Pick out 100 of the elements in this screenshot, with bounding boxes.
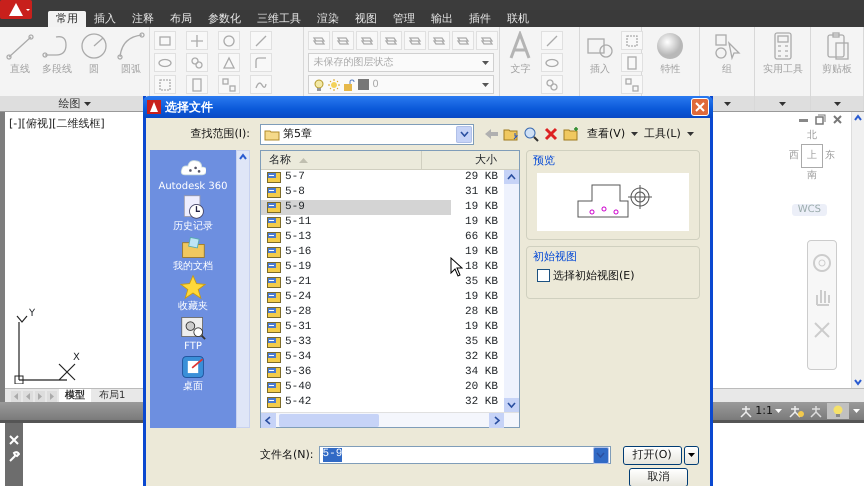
annotation-visibility-icon[interactable]: [789, 404, 805, 418]
tool-button[interactable]: [186, 53, 208, 72]
ribbon-tab[interactable]: 三维工具: [249, 11, 309, 27]
tool-button[interactable]: [308, 31, 330, 50]
viewport-controls-label[interactable]: [-][俯视][二维线框]: [9, 117, 105, 130]
tool-button[interactable]: [620, 53, 643, 72]
layout-tab[interactable]: 布局1: [93, 389, 132, 402]
file-name[interactable]: 5-34: [261, 350, 331, 365]
row-background[interactable]: 5-16: [261, 245, 451, 260]
ribbon-tab[interactable]: 渲染: [309, 11, 347, 27]
tool-button[interactable]: [404, 31, 426, 50]
file-name[interactable]: 5-16: [261, 245, 331, 260]
tool-button[interactable]: [332, 31, 354, 50]
tool-button[interactable]: [250, 31, 272, 50]
close-icon[interactable]: [832, 114, 843, 125]
cancel-button[interactable]: 取消: [629, 468, 688, 486]
row-background[interactable]: 5-34: [261, 350, 451, 365]
look-in-dropdown[interactable]: 第5章: [260, 124, 474, 144]
column-header[interactable]: 大小: [421, 151, 505, 169]
restore-icon[interactable]: [815, 114, 826, 125]
row-background[interactable]: 5-11: [261, 215, 451, 230]
tab-navigation-icon[interactable]: [35, 391, 45, 402]
row-background[interactable]: 5-21: [261, 275, 451, 290]
file-name[interactable]: 5-36: [261, 365, 331, 380]
row-background[interactable]: 5-24: [261, 290, 451, 305]
steering-wheel-icon[interactable]: [812, 253, 832, 273]
ribbon-tab[interactable]: 注释: [124, 11, 162, 27]
file-name[interactable]: 5-7: [261, 170, 331, 185]
row-background[interactable]: 5-42: [261, 395, 451, 410]
file-name[interactable]: 5-19: [261, 260, 331, 275]
row-background[interactable]: 5-13: [261, 230, 451, 245]
file-name[interactable]: 5-42: [261, 395, 331, 410]
selected-row-highlight[interactable]: 5-9: [261, 200, 451, 215]
tools-menu[interactable]: 工具(L): [641, 127, 697, 141]
scroll-up-icon[interactable]: [504, 170, 519, 184]
row-background[interactable]: 5-40: [261, 380, 451, 395]
ribbon-tab[interactable]: 视图: [347, 11, 385, 27]
tool-button[interactable]: [154, 75, 176, 94]
lightbulb-icon[interactable]: [313, 78, 326, 90]
tool-button[interactable]: [620, 31, 643, 50]
close-button[interactable]: [691, 98, 709, 116]
ribbon-tab[interactable]: 管理: [385, 11, 423, 27]
tool-button[interactable]: [250, 53, 272, 72]
panel-title[interactable]: 绘图: [58, 97, 80, 110]
tool-button[interactable]: [186, 31, 208, 50]
tool-button[interactable]: [218, 75, 240, 94]
auto-scale-icon[interactable]: [809, 404, 823, 418]
row-background[interactable]: 5-19: [261, 260, 451, 275]
tool-button[interactable]: [541, 31, 564, 50]
layout-tab[interactable]: 模型: [59, 389, 91, 402]
column-header[interactable]: 名称: [261, 151, 421, 169]
tool-button[interactable]: [541, 75, 564, 94]
ribbon-tab[interactable]: 联机: [499, 11, 537, 27]
tool-button[interactable]: [250, 75, 272, 94]
ribbon-tab[interactable]: 插入: [86, 11, 124, 27]
tool-button[interactable]: [186, 75, 208, 94]
view-menu[interactable]: 查看(V): [584, 127, 642, 141]
file-name[interactable]: 5-8: [261, 185, 331, 200]
wrench-icon[interactable]: [8, 451, 20, 463]
tool-button[interactable]: [620, 75, 643, 94]
row-background[interactable]: 5-7: [261, 170, 451, 185]
chevron-down-icon[interactable]: [460, 131, 468, 137]
file-name[interactable]: 5-40: [261, 380, 331, 395]
tool-button[interactable]: [218, 53, 240, 72]
row-background[interactable]: 5-31: [261, 320, 451, 335]
sun-icon[interactable]: [328, 78, 340, 90]
lightbulb-icon[interactable]: [827, 403, 849, 419]
file-name[interactable]: 5-11: [261, 215, 331, 230]
file-name-field[interactable]: 5-9: [318, 446, 611, 464]
row-background[interactable]: 5-36: [261, 365, 451, 380]
ribbon-tab[interactable]: 输出: [423, 11, 461, 27]
file-name[interactable]: 5-28: [261, 305, 331, 320]
tool-button[interactable]: [541, 53, 564, 72]
open-options-button[interactable]: [684, 446, 699, 464]
tool-button[interactable]: [154, 53, 176, 72]
file-name[interactable]: 5-21: [261, 275, 331, 290]
tool-button[interactable]: [476, 31, 498, 50]
tool-button[interactable]: [154, 31, 176, 50]
select-initial-view-checkbox[interactable]: 选择初始视图(E): [537, 269, 635, 282]
file-name[interactable]: 5-13: [261, 230, 331, 245]
file-name[interactable]: 5-31: [261, 320, 331, 335]
ribbon-tab[interactable]: 常用: [48, 11, 86, 27]
row-background[interactable]: 5-33: [261, 335, 451, 350]
ribbon-tab[interactable]: 参数化: [200, 11, 249, 27]
tab-navigation-icon[interactable]: [23, 391, 33, 402]
toolbar-button[interactable]: [522, 126, 540, 142]
app-logo-icon[interactable]: [0, 0, 32, 19]
tool-button[interactable]: [428, 31, 450, 50]
row-background[interactable]: 5-8: [261, 185, 451, 200]
tool-button[interactable]: [356, 31, 378, 50]
tab-navigation-icon[interactable]: [47, 391, 57, 402]
ribbon-tab[interactable]: 插件: [461, 11, 499, 27]
file-name[interactable]: 5-9: [261, 200, 331, 215]
file-name[interactable]: 5-33: [261, 335, 331, 350]
scroll-down-icon[interactable]: [504, 398, 519, 412]
unlock-icon[interactable]: [343, 78, 356, 90]
tab-navigation-icon[interactable]: [11, 391, 21, 402]
tool-button[interactable]: [380, 31, 402, 50]
row-background[interactable]: 5-28: [261, 305, 451, 320]
annotation-scale-button[interactable]: 1:1: [736, 404, 785, 418]
